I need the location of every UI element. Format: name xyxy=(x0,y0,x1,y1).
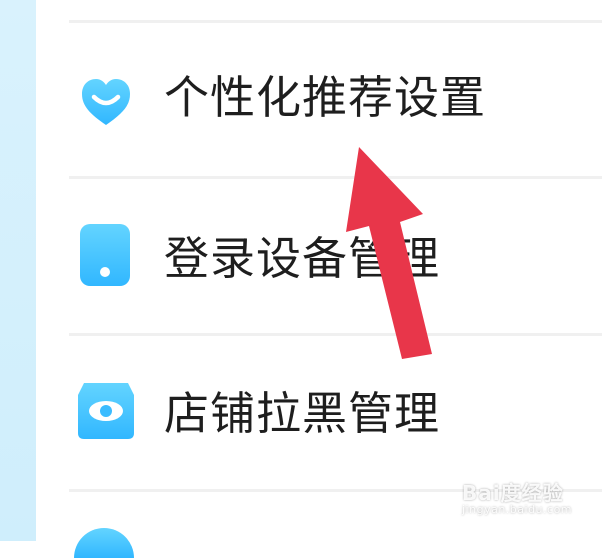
phone-icon-svg xyxy=(80,224,130,286)
menu-item-personalized-recommendation[interactable]: 个性化推荐设置 xyxy=(36,25,602,175)
menu-item-login-device-management[interactable]: 登录设备管理 xyxy=(36,180,602,330)
shop-eye-icon-svg xyxy=(78,383,134,439)
watermark-brand: Bai度经验 xyxy=(462,481,564,505)
menu-item-label: 店铺拉黑管理 xyxy=(164,387,441,440)
heart-smile-icon xyxy=(76,71,136,131)
menu-item-shop-block-management[interactable]: 店铺拉黑管理 xyxy=(36,337,602,487)
shop-eye-icon xyxy=(76,379,136,439)
divider-1 xyxy=(69,176,602,179)
phone-icon xyxy=(76,222,136,286)
divider-top xyxy=(69,20,602,23)
heart-smile-icon-svg xyxy=(82,79,130,125)
menu-item-label: 个性化推荐设置 xyxy=(164,71,487,124)
divider-2 xyxy=(69,333,602,336)
baidu-jingyan-watermark: Bai度经验 jingyan.baidu.com xyxy=(462,477,572,521)
watermark-url: jingyan.baidu.com xyxy=(462,503,573,516)
left-side-strip xyxy=(0,0,36,541)
menu-item-label: 登录设备管理 xyxy=(164,232,441,285)
